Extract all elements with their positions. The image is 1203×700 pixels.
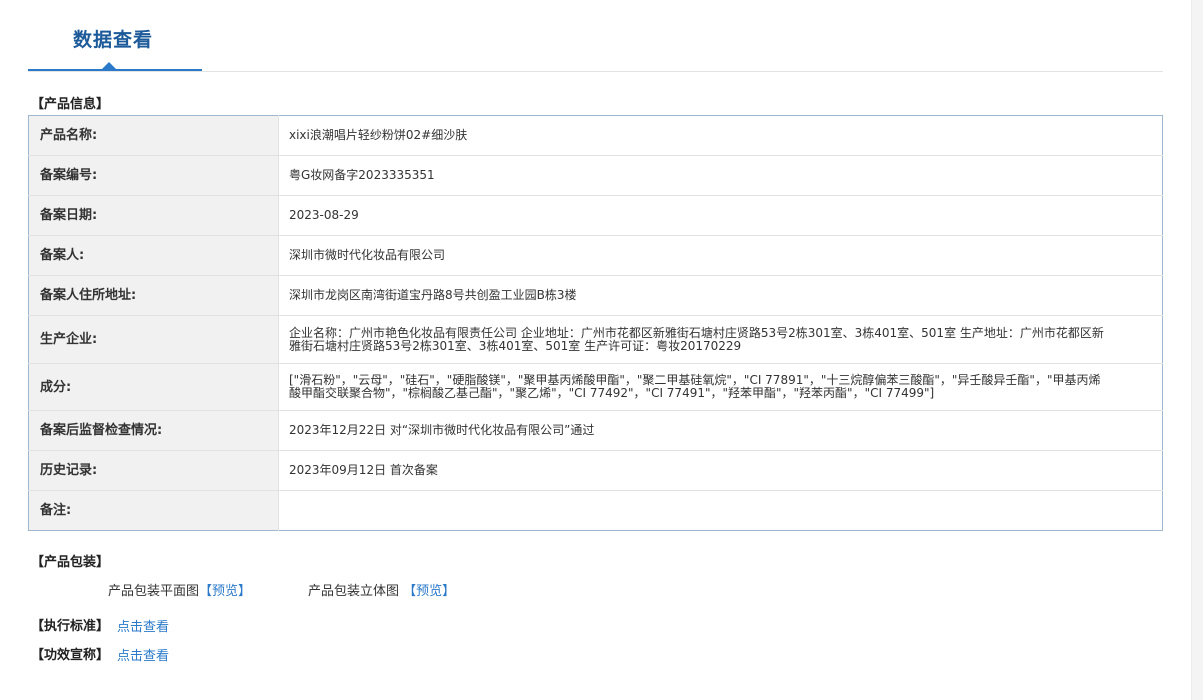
table-row: 备案人: 深圳市微时代化妆品有限公司 (28, 235, 1163, 276)
row-label-ingredients: 成分: (28, 363, 279, 411)
row-value-registrant: 深圳市微时代化妆品有限公司 (278, 235, 1163, 276)
row-label-record-number: 备案编号: (28, 155, 279, 196)
section-title-packaging: 【产品包装】 (31, 555, 110, 570)
section-title-product-info: 【产品信息】 (31, 97, 110, 112)
row-value-product-name: xixi浪潮唱片轻纱粉饼02#细沙肤 (278, 115, 1163, 156)
table-row: 备案人住所地址: 深圳市龙岗区南湾街道宝丹路8号共创盈工业园B栋3楼 (28, 275, 1163, 316)
row-value-registrant-address: 深圳市龙岗区南湾街道宝丹路8号共创盈工业园B栋3楼 (278, 275, 1163, 316)
row-value-inspection: 2023年12月22日 对“深圳市微时代化妆品有限公司”通过 (278, 410, 1163, 451)
row-value-record-number: 粤G妆网备字2023335351 (278, 155, 1163, 196)
table-row: 备案编号: 粤G妆网备字2023335351 (28, 155, 1163, 196)
page-scrollbar[interactable] (1191, 0, 1203, 700)
packaging-solid-preview-link[interactable]: 【预览】 (403, 584, 455, 599)
row-value-history: 2023年09月12日 首次备案 (278, 450, 1163, 491)
table-row: 历史记录: 2023年09月12日 首次备案 (28, 450, 1163, 491)
row-label-manufacturer: 生产企业: (28, 315, 279, 364)
row-value-ingredients: ["滑石粉"，"云母"，"硅石"，"硬脂酸镁"，"聚甲基丙烯酸甲酯"，"聚二甲基… (278, 363, 1163, 411)
packaging-flat-preview-link[interactable]: 【预览】 (199, 584, 251, 599)
efficacy-view-link[interactable]: 点击查看 (117, 649, 169, 665)
row-label-product-name: 产品名称: (28, 115, 279, 156)
packaging-solid-item: 产品包装立体图 【预览】 (308, 584, 455, 600)
tab-active-caret (102, 62, 116, 69)
row-label-inspection: 备案后监督检查情况: (28, 410, 279, 451)
packaging-flat-label: 产品包装平面图 (108, 584, 200, 599)
standard-view-link[interactable]: 点击查看 (117, 620, 169, 636)
table-row: 生产企业: 企业名称：广州市艳色化妆品有限责任公司 企业地址：广州市花都区新雅街… (28, 315, 1163, 364)
table-row: 成分: ["滑石粉"，"云母"，"硅石"，"硬脂酸镁"，"聚甲基丙烯酸甲酯"，"… (28, 363, 1163, 411)
section-title-standard: 【执行标准】 (31, 619, 110, 634)
packaging-solid-label: 产品包装立体图 (308, 584, 404, 599)
product-info-table: 产品名称: xixi浪潮唱片轻纱粉饼02#细沙肤 备案编号: 粤G妆网备字202… (28, 115, 1163, 531)
row-label-record-date: 备案日期: (28, 195, 279, 236)
tab-data-view[interactable]: 数据查看 (73, 28, 153, 52)
row-label-remarks: 备注: (28, 490, 279, 531)
row-label-history: 历史记录: (28, 450, 279, 491)
row-value-record-date: 2023-08-29 (278, 195, 1163, 236)
table-row: 备注: (28, 490, 1163, 531)
table-row: 产品名称: xixi浪潮唱片轻纱粉饼02#细沙肤 (28, 115, 1163, 156)
row-label-registrant: 备案人: (28, 235, 279, 276)
row-value-remarks (279, 491, 1163, 531)
packaging-flat-item: 产品包装平面图【预览】 (108, 584, 251, 600)
tab-bar: 数据查看 (28, 0, 1163, 72)
row-value-manufacturer: 企业名称：广州市艳色化妆品有限责任公司 企业地址：广州市花都区新雅街石塘村庄贤路… (278, 315, 1163, 364)
row-label-registrant-address: 备案人住所地址: (28, 275, 279, 316)
section-title-efficacy: 【功效宣称】 (31, 648, 110, 663)
tab-active-underline (28, 69, 202, 71)
table-row: 备案后监督检查情况: 2023年12月22日 对“深圳市微时代化妆品有限公司”通… (28, 410, 1163, 451)
table-row: 备案日期: 2023-08-29 (28, 195, 1163, 236)
